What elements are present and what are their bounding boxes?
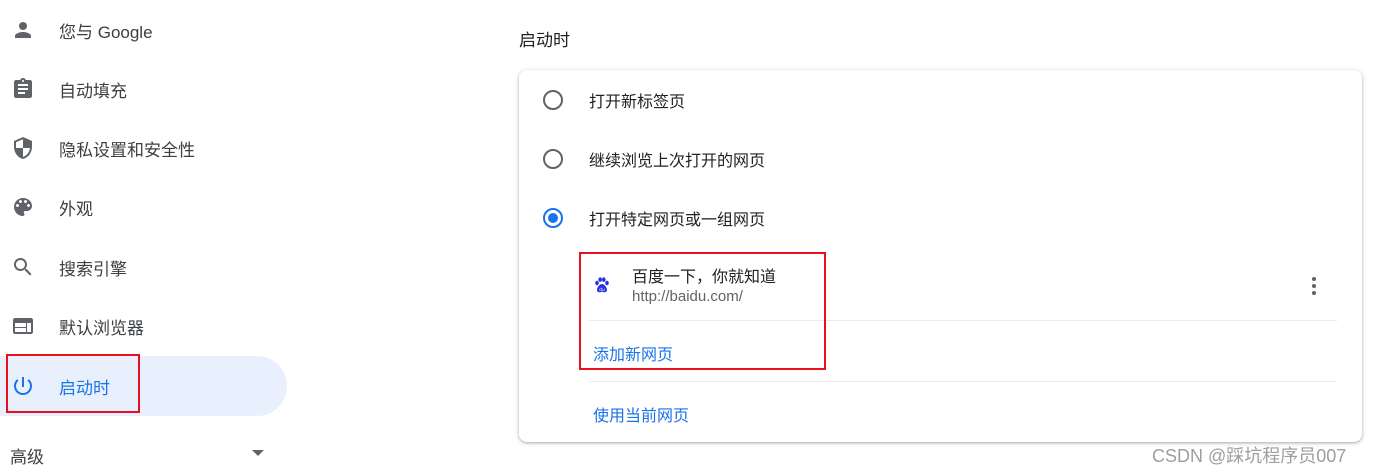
person-icon [11, 18, 35, 42]
option-label: 打开新标签页 [589, 93, 686, 111]
search-icon [11, 255, 35, 279]
annotation-highlight-box [6, 354, 140, 413]
use-current-pages-link[interactable]: 使用当前网页 [593, 402, 689, 426]
sidebar-item-default-browser[interactable]: 默认浏览器 [0, 296, 287, 356]
startup-option-new-tab[interactable]: 打开新标签页 [519, 70, 1362, 129]
browser-window-icon [11, 314, 35, 338]
sidebar-advanced-toggle[interactable]: 高级 [10, 440, 270, 470]
radio-button[interactable] [543, 148, 563, 169]
startup-option-specific-pages[interactable]: 打开特定网页或一组网页 [519, 188, 1362, 247]
option-label: 继续浏览上次打开的网页 [589, 152, 766, 170]
sidebar-item-you-and-google[interactable]: 您与 Google [0, 0, 287, 60]
option-label: 打开特定网页或一组网页 [589, 211, 766, 229]
sidebar-item-privacy-security[interactable]: 隐私设置和安全性 [0, 118, 287, 178]
caret-down-icon [252, 450, 264, 456]
shield-icon [11, 136, 35, 160]
settings-sidebar: 您与 Google 自动填充 隐私设置和安全性 外观 搜索引擎 默认浏览器 启动… [0, 0, 300, 472]
sidebar-item-label: 搜索引擎 [59, 259, 127, 279]
more-actions-button[interactable] [1304, 274, 1324, 298]
sidebar-item-label: 自动填充 [59, 81, 127, 101]
section-title: 启动时 [519, 31, 570, 50]
sidebar-item-label: 隐私设置和安全性 [59, 140, 195, 160]
annotation-highlight-box [579, 252, 826, 370]
sidebar-item-label: 外观 [59, 199, 93, 219]
sidebar-item-label: 您与 Google [59, 22, 153, 42]
clipboard-icon [11, 77, 35, 101]
sidebar-item-appearance[interactable]: 外观 [0, 177, 287, 237]
radio-button[interactable] [543, 89, 563, 110]
more-vert-icon [1312, 277, 1316, 281]
startup-option-continue[interactable]: 继续浏览上次打开的网页 [519, 129, 1362, 188]
watermark-text: CSDN @踩坑程序员007 [1152, 446, 1347, 466]
sidebar-item-search-engine[interactable]: 搜索引擎 [0, 237, 287, 297]
divider [589, 381, 1337, 382]
sidebar-item-autofill[interactable]: 自动填充 [0, 59, 287, 119]
radio-button-checked[interactable] [543, 207, 563, 228]
sidebar-item-label: 默认浏览器 [59, 318, 144, 338]
palette-icon [11, 195, 35, 219]
advanced-label: 高级 [10, 447, 44, 467]
